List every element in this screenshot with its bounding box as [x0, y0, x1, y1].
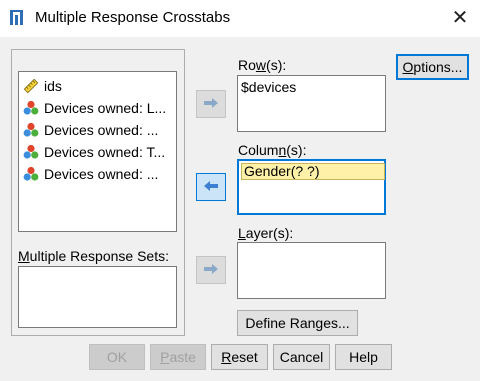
define-ranges-button[interactable]: Define Ran g es... [237, 310, 358, 336]
move-to-rows-button[interactable] [196, 90, 226, 118]
nominal-variable-icon [23, 144, 39, 160]
list-item[interactable]: Devices owned: L... [23, 98, 175, 118]
multiple-response-sets-label: Multiple Response Sets: [18, 248, 169, 264]
spss-app-icon [9, 9, 27, 27]
source-variable-list[interactable]: ids Devices owned: L... Devices owned: .… [18, 71, 177, 232]
variable-label: ids [44, 78, 62, 94]
list-item[interactable]: $devices [241, 79, 296, 95]
list-item[interactable]: Devices owned: ... [23, 120, 175, 140]
paste-button[interactable]: Paste [150, 344, 206, 370]
variable-label: Devices owned: T... [44, 144, 166, 160]
multiple-response-sets-list[interactable] [18, 266, 177, 328]
list-item[interactable]: ids [23, 76, 175, 96]
nominal-variable-icon [23, 122, 39, 138]
right-arrow-icon [203, 262, 219, 278]
ok-button[interactable]: OK [89, 344, 145, 370]
list-item[interactable]: Devices owned: T... [23, 142, 175, 162]
nominal-variable-icon [23, 166, 39, 182]
scale-ruler-icon [23, 78, 39, 94]
layers-list[interactable] [237, 242, 386, 299]
left-arrow-icon [203, 179, 219, 195]
variable-label: Devices owned: L... [44, 100, 167, 116]
nominal-variable-icon [23, 100, 39, 116]
move-to-layers-button[interactable] [196, 256, 226, 284]
reset-button[interactable]: Reset [211, 344, 268, 370]
options-button[interactable]: Options... [396, 54, 469, 80]
rows-label: Row(s): [238, 57, 287, 73]
columns-label: Column(s): [238, 142, 307, 158]
layers-label: Layer(s): [238, 225, 294, 241]
selected-list-item[interactable]: Gender(? ?) [241, 163, 385, 180]
list-item[interactable]: Devices owned: ... [23, 164, 175, 184]
help-button[interactable]: Help [335, 344, 392, 370]
close-icon[interactable]: ✕ [447, 5, 473, 31]
columns-list[interactable]: Gender(? ?) [237, 159, 386, 215]
rows-list[interactable]: $devices [237, 75, 386, 132]
cancel-button[interactable]: Cancel [273, 344, 330, 370]
variable-label: Devices owned: ... [44, 122, 159, 138]
move-from-columns-button[interactable] [196, 173, 226, 201]
right-arrow-icon [203, 96, 219, 112]
variable-label: Devices owned: ... [44, 166, 159, 182]
window-title: Multiple Response Crosstabs [35, 9, 231, 26]
